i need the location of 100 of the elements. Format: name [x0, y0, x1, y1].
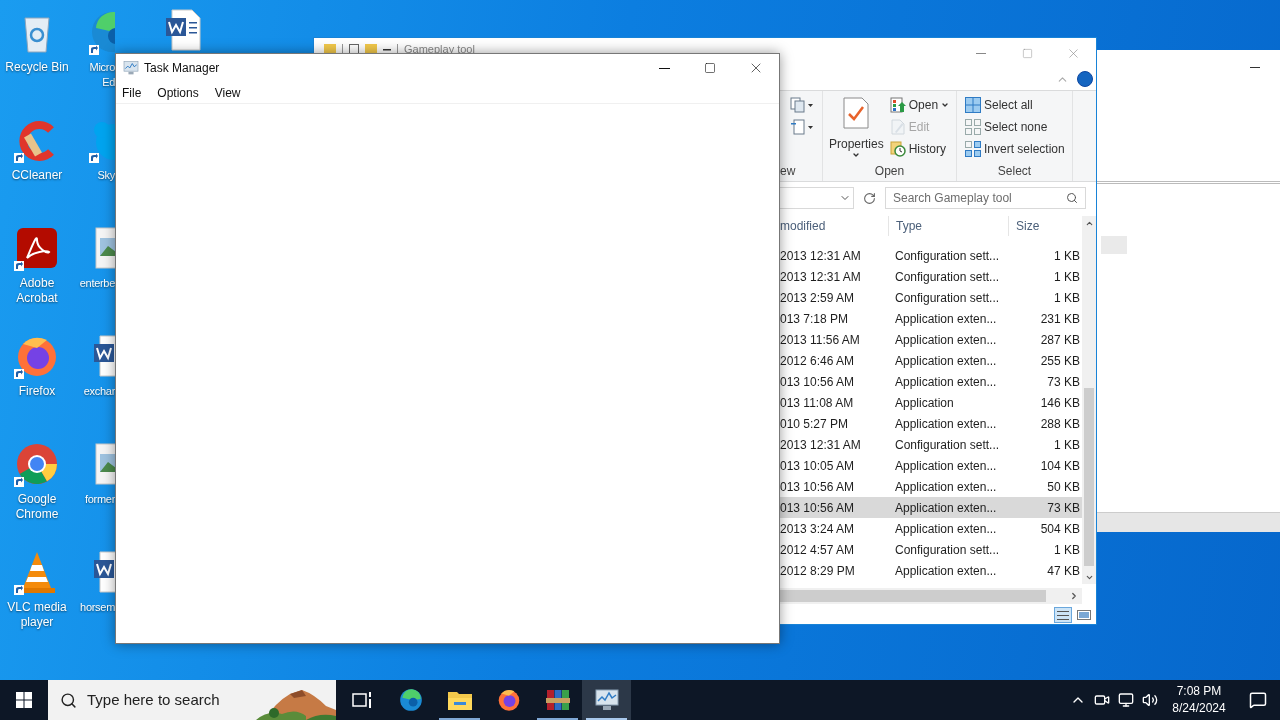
search-field[interactable]: Type here to search [48, 680, 336, 720]
file-row[interactable]: 2013 12:31 AM Configuration sett... 1 KB [780, 245, 1083, 266]
ribbon-button[interactable]: Invert selection [965, 141, 1072, 157]
menu-item[interactable]: Options [157, 83, 199, 102]
select-all-icon [965, 97, 981, 113]
task-manager-icon [123, 61, 139, 75]
camera-icon[interactable] [1094, 692, 1110, 708]
ribbon-button[interactable]: Open [889, 97, 950, 113]
folder-icon[interactable] [365, 44, 377, 54]
table-cell-text: 73 KB [1046, 373, 1082, 391]
table-cell-text: Configuration sett... [894, 436, 1001, 454]
file-row[interactable]: 013 10:05 AM Application exten... 104 KB [780, 455, 1083, 476]
new-item-icon[interactable] [790, 119, 814, 135]
table-cell-text: 2012 8:29 PM [780, 562, 856, 580]
ribbon-button[interactable]: Select none [965, 119, 1072, 135]
table-cell-text: Application exten... [894, 352, 998, 370]
network-icon[interactable] [1118, 692, 1134, 708]
table-cell-text: 2013 3:24 AM [780, 520, 856, 538]
browser-icon [397, 687, 424, 713]
ribbon-group-label: Open [874, 164, 905, 178]
table-cell-text: Application [894, 394, 955, 412]
file-row[interactable]: 013 10:56 AM Application exten... 73 KB [780, 497, 1083, 518]
search-icon [1066, 192, 1078, 204]
clock[interactable]: 7:08 PM 8/24/2024 [1162, 683, 1236, 717]
file-row[interactable]: 2013 12:31 AM Configuration sett... 1 KB [780, 266, 1083, 287]
task-manager-icon [594, 689, 619, 711]
large-icons-view-icon[interactable] [1076, 607, 1092, 623]
help-icon[interactable] [1077, 71, 1093, 87]
table-cell-text: 50 KB [1046, 478, 1082, 496]
maximize-icon [704, 62, 716, 74]
menu-item[interactable]: View [214, 83, 241, 102]
maximize-icon [1021, 47, 1033, 59]
notification-icon[interactable] [1249, 691, 1267, 709]
search-field[interactable]: Search Gameplay tool [885, 187, 1086, 209]
minimize-icon[interactable] [1250, 66, 1260, 68]
scroll-down-icon[interactable] [1084, 573, 1094, 582]
properties-button[interactable]: Properties [829, 97, 884, 159]
edit-icon [889, 119, 906, 135]
table-cell-text: 1 KB [1053, 289, 1082, 307]
table-cell-text: 104 KB [1039, 457, 1082, 475]
folder-icon[interactable] [324, 44, 336, 54]
table-cell-text: 010 5:27 PM [780, 415, 850, 433]
properties-icon [842, 97, 871, 129]
address-field[interactable] [780, 187, 854, 209]
file-row[interactable]: 2013 3:24 AM Application exten... 504 KB [780, 518, 1083, 539]
caret-icon [852, 151, 861, 159]
file-row[interactable]: 013 10:56 AM Application exten... 73 KB [780, 371, 1083, 392]
file-row[interactable]: 2012 6:46 AM Application exten... 255 KB [780, 350, 1083, 371]
table-cell-text: Configuration sett... [894, 289, 1001, 307]
file-row[interactable]: 010 5:27 PM Application exten... 288 KB [780, 413, 1083, 434]
file-row[interactable]: 013 10:56 AM Application exten... 50 KB [780, 476, 1083, 497]
file-row[interactable]: 2012 4:57 AM Configuration sett... 1 KB [780, 539, 1083, 560]
table-cell-text: 2013 12:31 AM [780, 436, 862, 454]
table-cell-text: 013 10:56 AM [780, 478, 856, 496]
file-row[interactable]: 2012 8:29 PM Application exten... 47 KB [780, 560, 1083, 581]
folder-icon [447, 690, 472, 710]
copy-icon[interactable] [790, 97, 814, 113]
table-cell-text: 013 10:05 AM [780, 457, 856, 475]
table-cell-text: 1 KB [1053, 541, 1082, 559]
details-view-icon[interactable] [1054, 607, 1072, 623]
volume-icon[interactable] [1142, 692, 1158, 708]
table-cell-text: 73 KB [1046, 499, 1082, 517]
table-cell-text: Configuration sett... [894, 247, 1001, 265]
file-row[interactable]: 2013 12:31 AM Configuration sett... 1 KB [780, 434, 1083, 455]
table-cell-text: Application exten... [894, 310, 998, 328]
invert-selection-icon [965, 141, 981, 157]
table-cell-text: Application exten... [894, 499, 998, 517]
table-cell-text: 47 KB [1046, 562, 1082, 580]
ribbon-button[interactable]: History [889, 141, 950, 157]
caret-icon [941, 101, 950, 109]
taskbar-app-button[interactable] [582, 680, 631, 720]
file-row[interactable]: 013 11:08 AM Application 146 KB [780, 392, 1083, 413]
task-view-icon [351, 691, 372, 709]
column-header[interactable]: Type [888, 216, 1008, 236]
vertical-scrollbar[interactable] [1082, 216, 1096, 584]
open-icon [889, 97, 906, 113]
table-cell-text: 231 KB [1039, 310, 1082, 328]
file-row[interactable]: 013 7:18 PM Application exten... 231 KB [780, 308, 1083, 329]
refresh-icon[interactable] [863, 191, 876, 205]
table-cell-text: 013 7:18 PM [780, 310, 850, 328]
scroll-up-icon[interactable] [1084, 219, 1094, 228]
menu-item[interactable]: File [122, 83, 142, 102]
table-cell-text: 1 KB [1053, 436, 1082, 454]
column-header[interactable]: modified [780, 216, 888, 236]
table-cell-text: Application exten... [894, 562, 998, 580]
ribbon-group-label: ew [780, 164, 797, 178]
table-cell-text: 2013 12:31 AM [780, 247, 862, 265]
table-cell-text: Application exten... [894, 478, 998, 496]
ribbon-button[interactable]: Select all [965, 97, 1072, 113]
history-icon [889, 141, 906, 157]
horizontal-scrollbar[interactable] [780, 588, 1083, 604]
table-cell-text: 1 KB [1053, 268, 1082, 286]
select-none-icon [965, 119, 981, 135]
table-cell-text: 2013 12:31 AM [780, 268, 862, 286]
archive-icon [545, 688, 570, 712]
file-row[interactable]: 2013 2:59 AM Configuration sett... 1 KB [780, 287, 1083, 308]
table-cell-text: 013 10:56 AM [780, 373, 856, 391]
table-cell-text: Application exten... [894, 520, 998, 538]
table-cell-text: 288 KB [1039, 415, 1082, 433]
file-row[interactable]: 2013 11:56 AM Application exten... 287 KB [780, 329, 1083, 350]
